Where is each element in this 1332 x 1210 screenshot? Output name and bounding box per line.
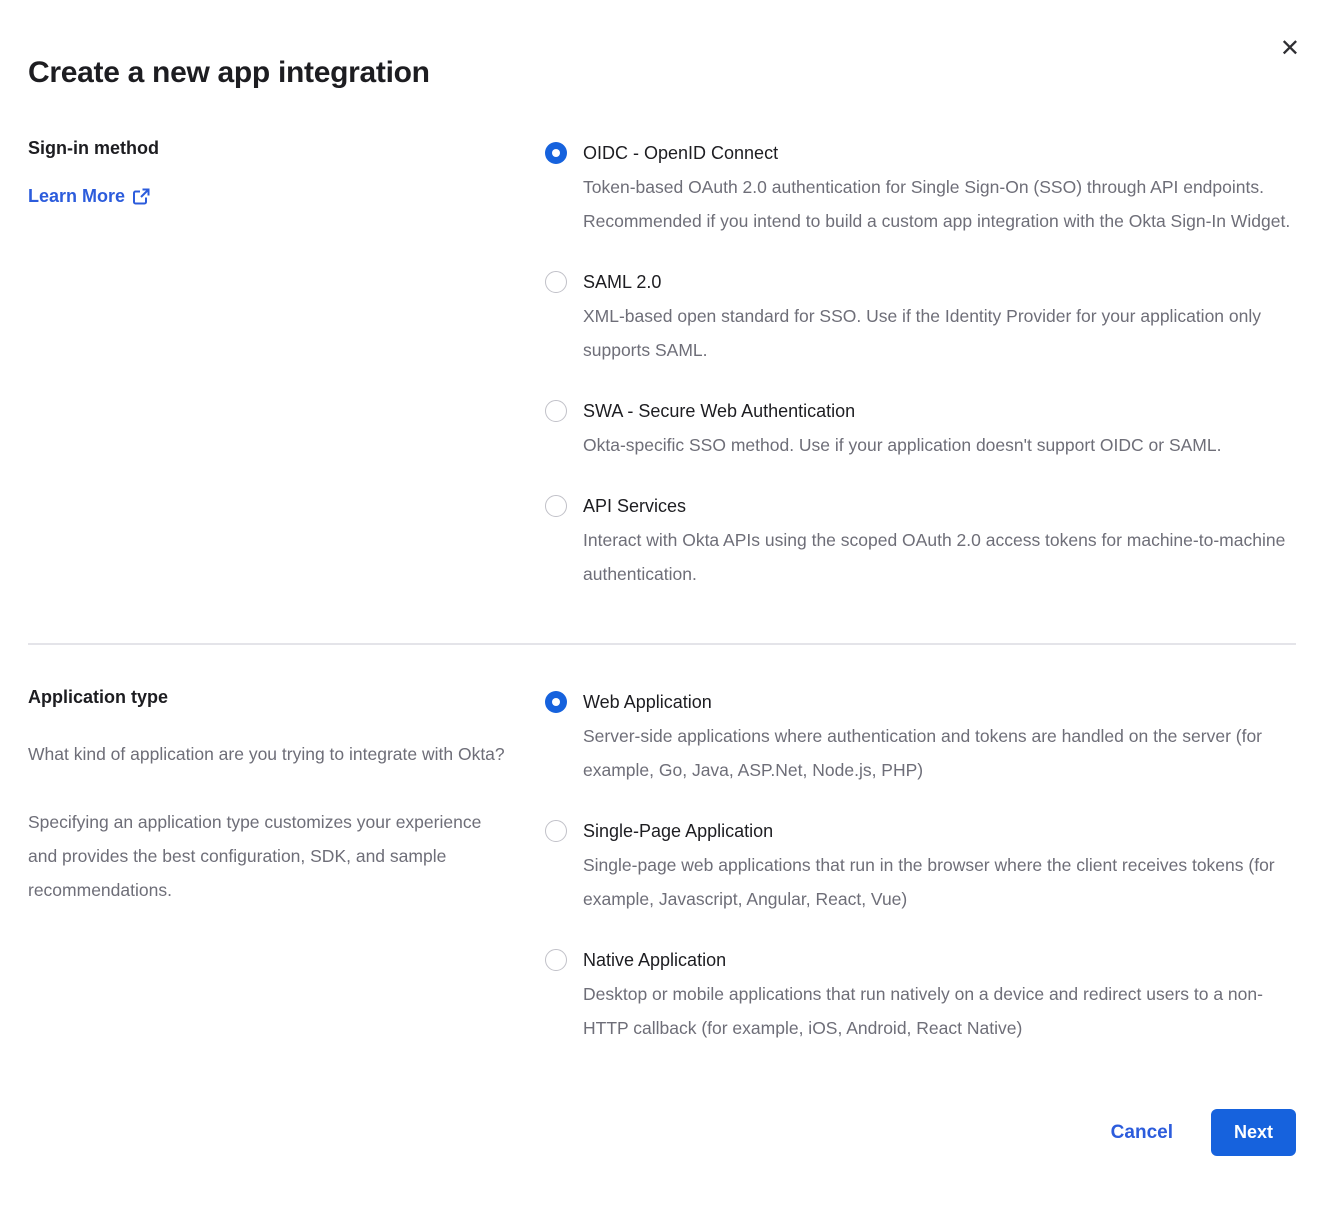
radio-option-web-application: Web Application Server-side applications… (545, 685, 1296, 787)
modal-title: Create a new app integration (28, 56, 1296, 90)
close-icon: ✕ (1280, 34, 1300, 62)
application-type-section: Application type What kind of applicatio… (28, 685, 1296, 1045)
option-description: Interact with Okta APIs using the scoped… (583, 523, 1295, 591)
option-label-saml[interactable]: SAML 2.0 (583, 265, 1295, 299)
application-type-left-column: Application type What kind of applicatio… (28, 685, 545, 1045)
option-label-oidc[interactable]: OIDC - OpenID Connect (583, 136, 1295, 170)
learn-more-label: Learn More (28, 186, 125, 207)
signin-method-section: Sign-in method Learn More OIDC - OpenID … (28, 136, 1296, 591)
radio-unselected-icon[interactable] (545, 495, 567, 517)
close-button[interactable]: ✕ (1280, 36, 1300, 60)
option-label-native-application[interactable]: Native Application (583, 943, 1295, 977)
signin-method-label: Sign-in method (28, 136, 505, 160)
learn-more-link[interactable]: Learn More (28, 186, 150, 207)
option-description: Token-based OAuth 2.0 authentication for… (583, 170, 1295, 238)
radio-unselected-icon[interactable] (545, 949, 567, 971)
radio-unselected-icon[interactable] (545, 400, 567, 422)
signin-method-options: OIDC - OpenID Connect Token-based OAuth … (545, 136, 1296, 591)
application-type-question: What kind of application are you trying … (28, 737, 505, 771)
option-label-api-services[interactable]: API Services (583, 489, 1295, 523)
radio-selected-icon[interactable] (545, 142, 567, 164)
radio-selected-icon[interactable] (545, 691, 567, 713)
radio-option-single-page-application: Single-Page Application Single-page web … (545, 814, 1296, 916)
option-description: Single-page web applications that run in… (583, 848, 1295, 916)
application-type-options: Web Application Server-side applications… (545, 685, 1296, 1045)
next-button[interactable]: Next (1211, 1109, 1296, 1156)
option-label-web-application[interactable]: Web Application (583, 685, 1295, 719)
option-description: Desktop or mobile applications that run … (583, 977, 1295, 1045)
radio-option-saml: SAML 2.0 XML-based open standard for SSO… (545, 265, 1296, 367)
radio-option-native-application: Native Application Desktop or mobile app… (545, 943, 1296, 1045)
radio-option-swa: SWA - Secure Web Authentication Okta-spe… (545, 394, 1296, 462)
radio-option-oidc: OIDC - OpenID Connect Token-based OAuth … (545, 136, 1296, 238)
radio-unselected-icon[interactable] (545, 820, 567, 842)
radio-unselected-icon[interactable] (545, 271, 567, 293)
option-description: Server-side applications where authentic… (583, 719, 1295, 787)
option-label-swa[interactable]: SWA - Secure Web Authentication (583, 394, 1221, 428)
option-description: Okta-specific SSO method. Use if your ap… (583, 428, 1221, 462)
option-label-single-page-application[interactable]: Single-Page Application (583, 814, 1295, 848)
option-description: XML-based open standard for SSO. Use if … (583, 299, 1295, 367)
section-divider (28, 643, 1296, 645)
application-type-label: Application type (28, 685, 505, 709)
create-app-integration-modal: ✕ Create a new app integration Sign-in m… (0, 0, 1332, 1210)
application-type-help-text: Specifying an application type customize… (28, 805, 505, 907)
radio-option-api-services: API Services Interact with Okta APIs usi… (545, 489, 1296, 591)
external-link-icon (133, 188, 150, 205)
signin-method-left-column: Sign-in method Learn More (28, 136, 545, 591)
cancel-button[interactable]: Cancel (1111, 1122, 1173, 1144)
modal-footer: Cancel Next (28, 1109, 1296, 1156)
